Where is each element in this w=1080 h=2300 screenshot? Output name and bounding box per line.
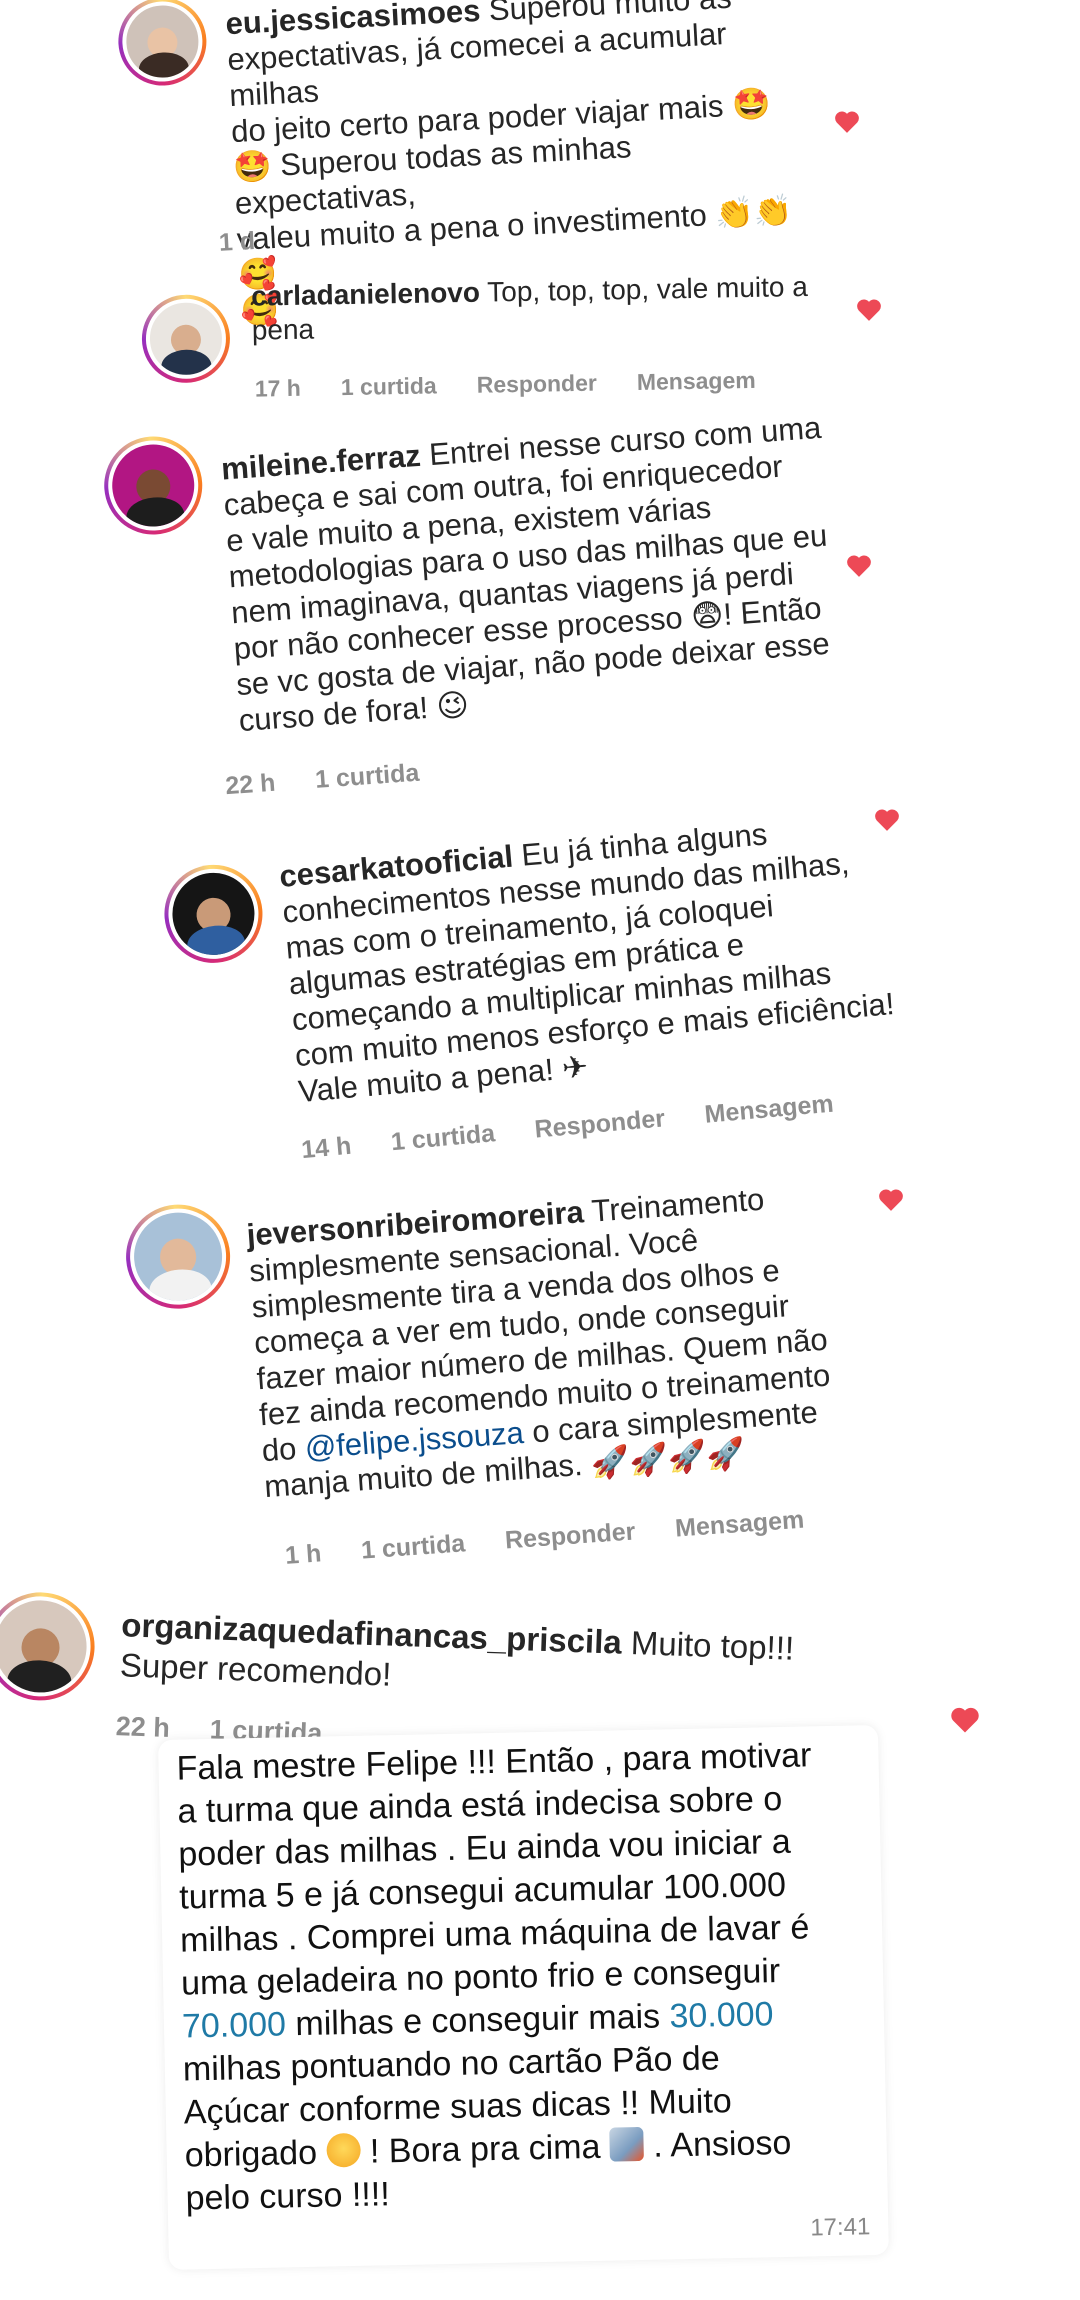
comment-text: do	[260, 1430, 298, 1469]
chat-line: a turma que ainda está indecisa sobre o	[177, 1779, 783, 1831]
chat-line: ! Bora pra cima	[369, 2127, 601, 2171]
chat-message-text: Fala mestre Felipe !!! Então , para moti…	[176, 1733, 886, 2221]
like-heart-icon[interactable]	[846, 554, 872, 578]
comment-time: 14 h	[300, 1131, 353, 1165]
message-button[interactable]: Mensagem	[637, 367, 756, 396]
comment-text: Treinamento	[590, 1181, 766, 1229]
reply-button[interactable]: Responder	[504, 1517, 636, 1555]
avatar[interactable]	[100, 433, 206, 538]
like-heart-icon[interactable]	[878, 1188, 904, 1212]
chat-line: poder das milhas . Eu ainda vou iniciar …	[178, 1822, 792, 1874]
comment-text: Muito top!!!	[630, 1624, 795, 1667]
like-count[interactable]: 1 curtida	[360, 1529, 466, 1565]
comment-time: 17 h	[254, 374, 302, 402]
avatar[interactable]	[141, 294, 231, 384]
like-heart-icon[interactable]	[950, 1706, 980, 1734]
like-heart-icon[interactable]	[874, 808, 900, 832]
like-heart-icon[interactable]	[856, 298, 882, 322]
avatar[interactable]	[116, 0, 209, 88]
chat-line: pelo curso !!!!	[185, 2175, 391, 2218]
like-count[interactable]: 1 curtida	[341, 372, 437, 401]
like-count[interactable]: 1 curtida	[314, 759, 420, 795]
smiling-blush-emoji-icon	[326, 2132, 361, 2168]
reply-button[interactable]: Responder	[476, 370, 597, 399]
chat-message-bubble: Fala mestre Felipe !!! Então , para moti…	[158, 1724, 889, 2270]
comment-text: Top, top, top, vale muito a	[486, 270, 809, 308]
chat-line: . Ansioso	[652, 2123, 792, 2165]
message-button[interactable]: Mensagem	[674, 1506, 805, 1544]
message-button[interactable]: Mensagem	[703, 1090, 834, 1130]
chat-line: milhas pontuando no cartão Pão de	[182, 2039, 721, 2089]
like-heart-icon[interactable]	[834, 110, 860, 134]
chat-timestamp: 17:41	[810, 2213, 871, 2242]
chat-line: milhas e conseguir mais	[295, 1997, 661, 2044]
comment-text: Super recomendo!	[119, 1646, 392, 1693]
reply-button[interactable]: Responder	[534, 1104, 667, 1144]
chat-line: uma geladeira no ponto frio e conseguir	[180, 1952, 781, 2003]
rocket-emoji-icon	[609, 2126, 645, 2162]
comment-time: 22 h	[224, 768, 277, 801]
chat-line: turma 5 e já consegui acumular 100.000	[178, 1865, 787, 1917]
avatar[interactable]	[160, 860, 267, 967]
avatar[interactable]	[122, 1201, 234, 1313]
chat-line: obrigado	[184, 2133, 318, 2175]
phone-number-link[interactable]: 70.000	[182, 2005, 287, 2045]
comment-time: 22 h	[115, 1711, 171, 1743]
phone-number-link[interactable]: 30.000	[669, 1995, 774, 2035]
chat-line: milhas . Comprei uma máquina de lavar é	[179, 1908, 810, 1960]
avatar[interactable]	[0, 1590, 97, 1703]
chat-line: Açúcar conforme suas dicas !! Muito	[183, 2082, 733, 2132]
comment-time: 1 d	[218, 226, 256, 257]
chat-line: Fala mestre Felipe !!! Então , para moti…	[176, 1736, 812, 1788]
comment-time: 1 h	[284, 1539, 323, 1570]
username[interactable]: carladanielenovo	[251, 277, 480, 312]
comment-text: pena	[251, 313, 315, 346]
like-count[interactable]: 1 curtida	[390, 1119, 496, 1157]
